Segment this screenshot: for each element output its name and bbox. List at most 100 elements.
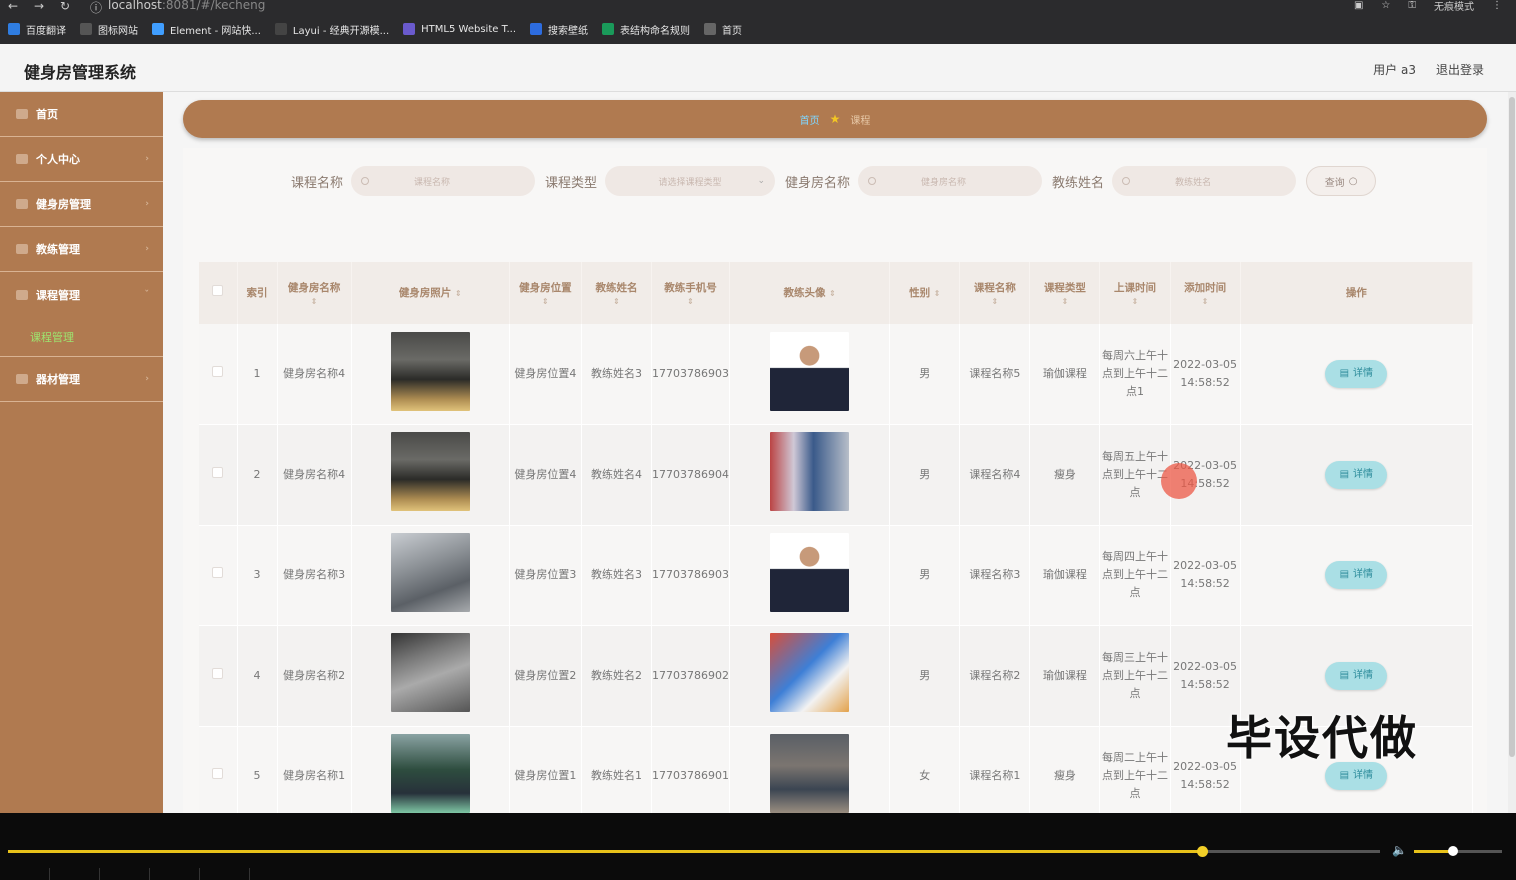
translate-page-icon[interactable]: ▣ [1354, 0, 1363, 11]
back-icon[interactable]: ← [8, 0, 18, 13]
detail-button[interactable]: ▤ 详情 [1325, 360, 1388, 388]
gym-photo[interactable] [390, 432, 470, 512]
bookmark-item[interactable]: 百度翻译 [8, 22, 66, 37]
row-checkbox-cell[interactable] [199, 726, 238, 813]
checkbox[interactable] [212, 768, 224, 780]
sort-icon[interactable]: ⇕ [829, 289, 836, 298]
detail-button[interactable]: ▤ 详情 [1325, 460, 1388, 489]
checkbox[interactable] [212, 567, 224, 579]
coach-avatar[interactable] [770, 733, 850, 813]
sort-icon[interactable]: ⇕ [510, 297, 581, 307]
coach-name-input[interactable]: 教练姓名 [1112, 166, 1297, 196]
sidebar-item-equipment[interactable]: 器材管理 › [0, 357, 163, 402]
header-course-name[interactable]: 课程名称 ⇕ [959, 262, 1031, 324]
table-header-row: 索引 健身房名称 ⇕ 健身房照片 ⇕ 健身房位置 ⇕ 教练姓名 ⇕ 教练手机号 ⇕ 教练… [199, 262, 1474, 324]
sort-icon[interactable]: ⇕ [652, 297, 729, 307]
gym-photo[interactable] [390, 331, 470, 411]
row-checkbox-cell[interactable] [199, 625, 238, 727]
sidebar-item-gyms[interactable]: 健身房管理 › [0, 182, 163, 227]
sort-icon[interactable]: ⇕ [455, 289, 462, 298]
progress-bar[interactable] [8, 850, 1380, 853]
header-added-time[interactable]: 添加时间 ⇕ [1170, 262, 1241, 324]
bookmark-item[interactable]: HTML5 Website T... [403, 23, 516, 35]
table-row[interactable]: 1 健身房名称4 健身房位置4 教练姓名3 17703786903 男课程名称5 瑜伽课程每… [199, 324, 1474, 425]
chevron-right-icon: › [145, 244, 149, 254]
bookmark-item[interactable]: 图标网站 [80, 22, 138, 37]
sort-icon[interactable]: ⇕ [582, 297, 651, 307]
user-area: 用户 a3 退出登录 [1373, 61, 1484, 78]
cell-gym-location: 健身房位置4 [509, 424, 582, 526]
sort-icon[interactable]: ⇕ [1030, 297, 1099, 307]
table-row[interactable]: 2 健身房名称4 健身房位置4 教练姓名4 17703786904 男课程名称4 瘦身 每周五… [199, 424, 1474, 526]
header-gender[interactable]: 性别 ⇕ [889, 262, 961, 324]
coach-avatar[interactable] [770, 633, 850, 713]
course-type-select[interactable]: 请选择课程类型 ⌄ [605, 166, 776, 196]
sidebar-item-courses[interactable]: 课程管理 ˇ [0, 272, 163, 317]
bookmark-item[interactable]: 搜索壁纸 [530, 22, 588, 37]
key-icon[interactable]: ⚿ [1408, 0, 1416, 11]
bookmark-item[interactable]: 首页 [704, 22, 742, 37]
bookmark-item[interactable]: Element - 网站快... [152, 22, 261, 37]
coach-avatar[interactable] [770, 331, 850, 411]
header-gym-photo[interactable]: 健身房照片 ⇕ [351, 262, 510, 324]
volume-knob[interactable] [1448, 846, 1458, 856]
logout-link[interactable]: 退出登录 [1436, 61, 1484, 78]
coach-avatar[interactable] [770, 532, 850, 612]
sort-icon[interactable]: ⇕ [934, 289, 941, 298]
sidebar-item-home[interactable]: 首页 [0, 92, 163, 137]
header-coach-phone[interactable]: 教练手机号 ⇕ [651, 262, 731, 324]
checkbox[interactable] [212, 667, 224, 679]
row-checkbox-cell[interactable] [199, 324, 238, 425]
sidebar-subitem-course-management[interactable]: 课程管理 [0, 317, 163, 357]
cell-gym-name: 健身房名称2 [277, 625, 352, 727]
gym-name-input[interactable]: 健身房名称 [858, 166, 1043, 196]
scrollbar-thumb[interactable] [1509, 97, 1515, 757]
address-bar[interactable]: localhost:8081/#/kecheng [108, 0, 265, 12]
volume-icon[interactable]: 🔈 [1392, 843, 1407, 857]
sort-icon[interactable]: ⇕ [960, 297, 1029, 307]
header-course-type[interactable]: 课程类型 ⇕ [1029, 262, 1101, 324]
url-path: :8081/#/kecheng [161, 0, 266, 12]
bookmark-item[interactable]: 表结构命名规则 [602, 22, 690, 37]
header-gym-location[interactable]: 健身房位置 ⇕ [509, 262, 582, 324]
sort-icon[interactable]: ⇕ [1171, 297, 1240, 307]
chevron-down-icon: ⌄ [757, 176, 766, 186]
coach-avatar[interactable] [770, 432, 850, 512]
sort-icon[interactable]: ⇕ [278, 297, 351, 307]
incognito-label[interactable]: 无痕模式 [1434, 0, 1474, 13]
header-class-time[interactable]: 上课时间 ⇕ [1099, 262, 1171, 324]
header-coach-name[interactable]: 教练姓名 ⇕ [581, 262, 653, 324]
sort-icon[interactable]: ⇕ [1100, 297, 1169, 307]
query-button[interactable]: 查询 ○ [1306, 166, 1377, 196]
cell-gym-name: 健身房名称1 [277, 726, 352, 813]
menu-dots-icon[interactable]: ⋮ [1492, 0, 1502, 11]
detail-button[interactable]: ▤ 详情 [1325, 561, 1388, 590]
page-scrollbar[interactable] [1508, 92, 1516, 813]
sidebar-item-profile[interactable]: 个人中心 › [0, 137, 163, 182]
reload-icon[interactable]: ↻ [60, 0, 70, 13]
header-coach-avatar[interactable]: 教练头像 ⇕ [729, 262, 891, 324]
checkbox[interactable] [212, 466, 224, 478]
header-gym-name[interactable]: 健身房名称 ⇕ [277, 262, 352, 324]
bookmark-item[interactable]: Layui - 经典开源模... [274, 22, 389, 37]
gym-photo[interactable] [390, 733, 470, 813]
course-name-input[interactable]: 课程名称 [351, 166, 536, 196]
row-checkbox-cell[interactable] [199, 525, 238, 626]
checkbox[interactable] [212, 285, 224, 296]
sidebar-item-coaches[interactable]: 教练管理 › [0, 227, 163, 272]
sidebar: 首页 个人中心 › 健身房管理 › 教练管理 › 课程管理 ˇ 课程管理 器材管理 › [0, 92, 163, 813]
info-icon[interactable]: ⓘ [90, 0, 102, 16]
row-checkbox-cell[interactable] [199, 424, 238, 526]
table-row[interactable]: 3 健身房名称3 健身房位置3 教练姓名3 17703786903 男课程名称3 瑜伽课程每… [199, 525, 1474, 626]
progress-knob[interactable] [1197, 846, 1208, 857]
gym-photo[interactable] [390, 633, 470, 713]
forward-icon[interactable]: → [34, 0, 44, 13]
gym-photo[interactable] [390, 532, 470, 612]
detail-button[interactable]: ▤ 详情 [1325, 661, 1388, 690]
breadcrumb-home[interactable]: 首页 [800, 112, 820, 127]
checkbox[interactable] [212, 366, 224, 377]
chevron-right-icon: › [145, 154, 149, 164]
bookmark-label: 首页 [722, 25, 743, 37]
select-all-checkbox[interactable] [199, 262, 238, 324]
bookmark-star-icon[interactable]: ☆ [1381, 0, 1390, 11]
